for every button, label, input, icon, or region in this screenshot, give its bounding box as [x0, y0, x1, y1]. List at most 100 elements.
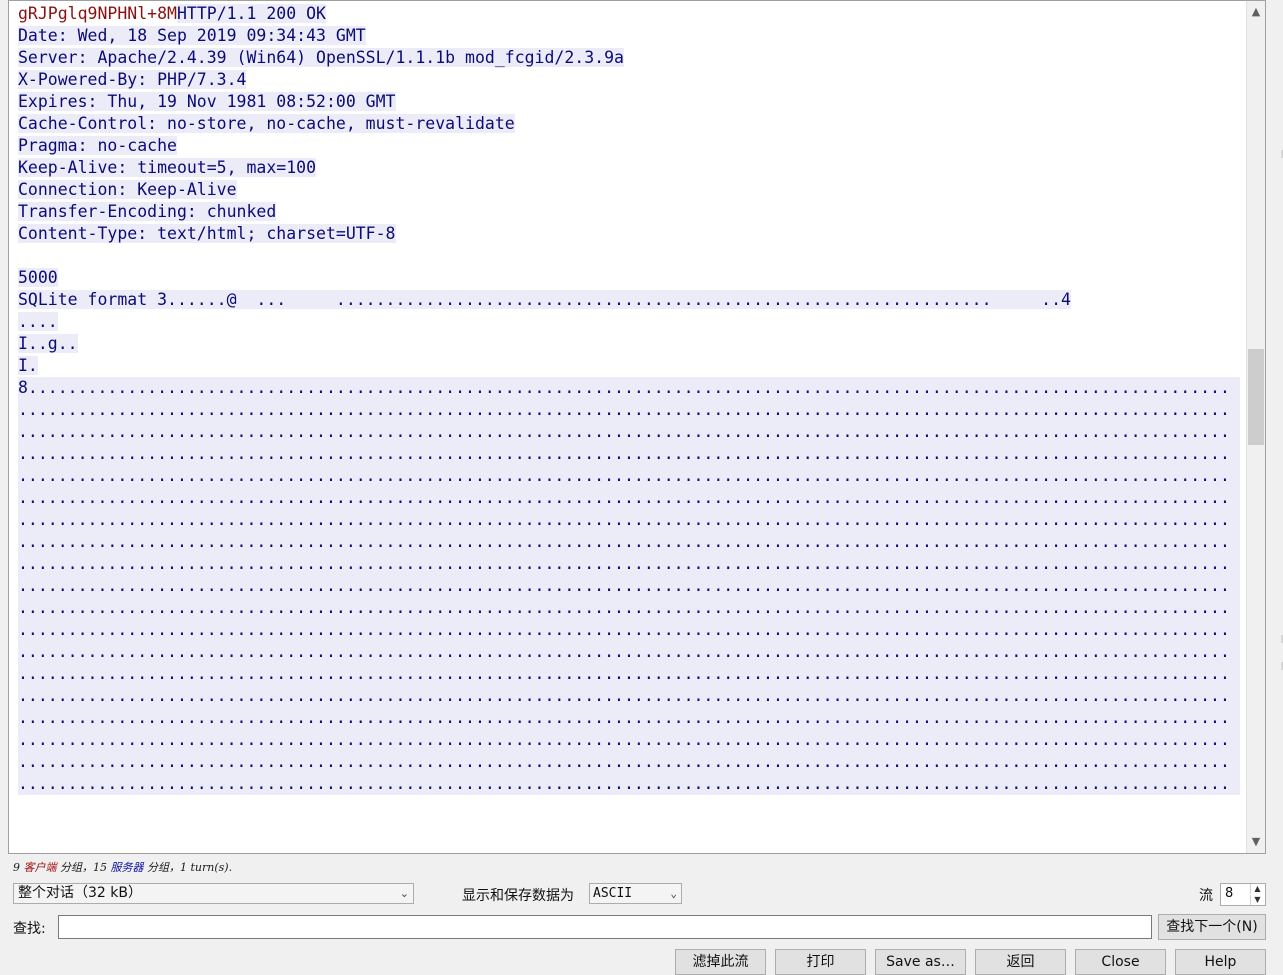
find-input[interactable]	[58, 915, 1152, 939]
stream-line: 8.......................................…	[18, 377, 1240, 399]
data-format-value: ASCII	[593, 886, 633, 901]
stream-line: Transfer-Encoding: chunked	[18, 201, 1240, 223]
server-response-text: 8.......................................…	[18, 377, 1240, 399]
stream-line: SQLite format 3......@ ... .............…	[18, 289, 1240, 311]
show-save-data-label: 显示和保存数据为	[462, 888, 574, 904]
server-label: 服务器	[110, 861, 144, 874]
scroll-thumb[interactable]	[1248, 349, 1264, 445]
stream-number-spinner[interactable]: 8 ▲ ▼	[1220, 883, 1266, 906]
stream-line: ........................................…	[18, 619, 1240, 641]
stream-line: ....	[18, 311, 1240, 333]
conversation-select-value: 整个对话（32 kB）	[18, 885, 142, 901]
chevron-down-icon[interactable]: ⌄	[400, 884, 409, 903]
server-response-text: ........................................…	[18, 707, 1240, 729]
server-response-text: Transfer-Encoding: chunked	[18, 202, 277, 221]
stream-line: ........................................…	[18, 751, 1240, 773]
packet-summary: 9 客户端 分组，15 服务器 分组，1 turn(s).	[13, 859, 232, 875]
server-response-text: ........................................…	[18, 641, 1240, 663]
conversation-select[interactable]: 整个对话（32 kB） ⌄	[13, 883, 414, 904]
stream-line: ........................................…	[18, 773, 1240, 795]
stream-line: ........................................…	[18, 729, 1240, 751]
stream-line: ........................................…	[18, 421, 1240, 443]
stream-line: Cache-Control: no-store, no-cache, must-…	[18, 113, 1240, 135]
filter-out-stream-button[interactable]: 滤掉此流	[675, 949, 766, 975]
stream-line	[18, 245, 1240, 267]
stream-line: Date: Wed, 18 Sep 2019 09:34:43 GMT	[18, 25, 1240, 47]
server-response-text: ........................................…	[18, 773, 1240, 795]
server-response-text: ........................................…	[18, 597, 1240, 619]
vertical-scrollbar[interactable]: ▲ ▼	[1246, 1, 1265, 853]
stream-content[interactable]: gRJPglq9NPHNl+8MHTTP/1.1 200 OK Date: Wed…	[18, 3, 1240, 795]
scroll-down-icon[interactable]: ▼	[1247, 833, 1265, 851]
stream-line: ........................................…	[18, 707, 1240, 729]
server-response-text: ........................................…	[18, 751, 1240, 773]
stream-line: ........................................…	[18, 685, 1240, 707]
server-packet-count: 15	[93, 861, 107, 874]
server-response-text: Expires: Thu, 19 Nov 1981 08:52:00 GMT	[18, 92, 396, 111]
server-response-text: Server: Apache/2.4.39 (Win64) OpenSSL/1.…	[18, 48, 624, 67]
stream-line: gRJPglq9NPHNl+8MHTTP/1.1 200 OK	[18, 3, 1240, 25]
stream-line: I..g..	[18, 333, 1240, 355]
server-response-text: I..g..	[18, 334, 78, 353]
server-response-text: ........................................…	[18, 663, 1240, 685]
stream-line: X-Powered-By: PHP/7.3.4	[18, 69, 1240, 91]
stream-line: ........................................…	[18, 531, 1240, 553]
help-button[interactable]: Help	[1175, 949, 1266, 975]
server-response-text: ....	[18, 312, 58, 331]
server-response-text: Connection: Keep-Alive	[18, 180, 237, 199]
stream-line: ........................................…	[18, 663, 1240, 685]
client-request-tail: gRJPglq9NPHNl+8M	[18, 4, 177, 23]
server-response-text: ........................................…	[18, 553, 1240, 575]
stream-line: Keep-Alive: timeout=5, max=100	[18, 157, 1240, 179]
server-response-text: X-Powered-By: PHP/7.3.4	[18, 70, 247, 89]
stream-line: ........................................…	[18, 553, 1240, 575]
stream-number-label: 流	[1199, 888, 1213, 904]
find-next-button[interactable]: 查找下一个(N)	[1158, 914, 1266, 940]
stream-line: Expires: Thu, 19 Nov 1981 08:52:00 GMT	[18, 91, 1240, 113]
stream-line: Content-Type: text/html; charset=UTF-8	[18, 223, 1240, 245]
server-response-text: Content-Type: text/html; charset=UTF-8	[18, 224, 396, 243]
server-response-text: ........................................…	[18, 465, 1240, 487]
chevron-down-icon[interactable]: ⌄	[670, 884, 677, 903]
stream-line: ........................................…	[18, 575, 1240, 597]
server-response-text: Pragma: no-cache	[18, 136, 177, 155]
stream-line: ........................................…	[18, 399, 1240, 421]
server-response-text: ........................................…	[18, 729, 1240, 751]
server-response-text: Date: Wed, 18 Sep 2019 09:34:43 GMT	[18, 26, 366, 45]
stream-line: ........................................…	[18, 443, 1240, 465]
summary-separator: 分组，	[56, 861, 93, 874]
server-response-text: ........................................…	[18, 509, 1240, 531]
server-response-text: ........................................…	[18, 619, 1240, 641]
stream-line: ........................................…	[18, 509, 1240, 531]
stream-number-value[interactable]: 8	[1225, 886, 1233, 901]
client-label: 客户端	[23, 861, 57, 874]
close-button[interactable]: Close	[1075, 949, 1166, 975]
server-response-text: ........................................…	[18, 575, 1240, 597]
find-label: 查找:	[13, 921, 46, 937]
server-response-text: 5000	[18, 268, 58, 287]
data-format-select[interactable]: ASCII ⌄	[589, 883, 682, 904]
follow-stream-text-view[interactable]: gRJPglq9NPHNl+8MHTTP/1.1 200 OK Date: Wed…	[8, 0, 1266, 854]
server-response-text: Keep-Alive: timeout=5, max=100	[18, 158, 317, 177]
server-response-text: ........................................…	[18, 487, 1240, 509]
print-button[interactable]: 打印	[775, 949, 866, 975]
spin-up-icon[interactable]: ▲	[1250, 884, 1264, 894]
stream-line: Server: Apache/2.4.39 (Win64) OpenSSL/1.…	[18, 47, 1240, 69]
turn-count: 1 turn(s).	[180, 861, 233, 874]
stream-line: ........................................…	[18, 487, 1240, 509]
client-packet-count: 9	[13, 861, 20, 874]
save-as-button[interactable]: Save as…	[875, 949, 966, 975]
server-response-text: SQLite format 3......@ ... .............…	[18, 290, 1071, 309]
stream-line: 5000	[18, 267, 1240, 289]
summary-separator: 分组，	[143, 861, 180, 874]
scroll-up-icon[interactable]: ▲	[1247, 3, 1265, 21]
stream-line: ........................................…	[18, 597, 1240, 619]
stream-line: ........................................…	[18, 641, 1240, 663]
server-response-text: Cache-Control: no-store, no-cache, must-…	[18, 114, 515, 133]
back-button[interactable]: 返回	[975, 949, 1066, 975]
stream-line: Connection: Keep-Alive	[18, 179, 1240, 201]
server-response-text: ........................................…	[18, 399, 1240, 421]
server-response-text: ........................................…	[18, 531, 1240, 553]
spin-down-icon[interactable]: ▼	[1250, 895, 1264, 905]
server-response-text: HTTP/1.1 200 OK	[176, 4, 326, 23]
